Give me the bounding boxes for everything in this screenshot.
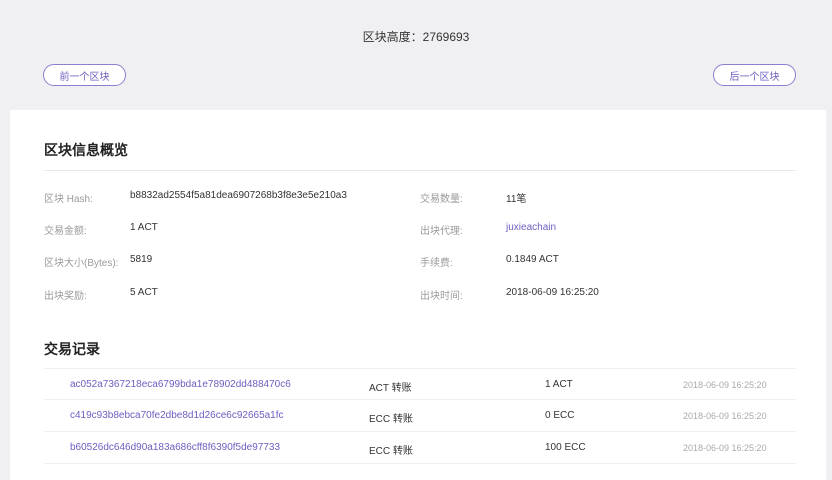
reward-value: 5 ACT (130, 287, 158, 298)
tx-time: 2018-06-09 16:25:20 (683, 443, 767, 453)
transactions-title: 交易记录 (44, 341, 100, 357)
reward-label: 出块奖励: (44, 291, 87, 302)
hash-value: b8832ad2554f5a81dea6907268b3f8e3e5e210a3 (130, 190, 347, 201)
time-value: 2018-06-09 16:25:20 (506, 287, 599, 298)
tx-amount: 0 ECC (545, 410, 575, 421)
transactions-table: ac052a7367218eca6799bda1e78902dd488470c6… (44, 368, 796, 464)
producer-label: 出块代理: (420, 226, 463, 237)
block-detail-card: 区块信息概览 区块 Hash: b8832ad2554f5a81dea69072… (10, 110, 826, 480)
next-block-button[interactable]: 后一个区块 (713, 64, 796, 86)
block-height-value: 2769693 (422, 30, 470, 44)
overview-divider (44, 170, 796, 171)
tx-count-label: 交易数量: (420, 194, 463, 205)
table-row: ac052a7367218eca6799bda1e78902dd488470c6… (44, 368, 796, 400)
amount-label: 交易金额: (44, 226, 87, 237)
tx-amount: 1 ACT (545, 379, 573, 390)
overview-title: 区块信息概览 (44, 142, 128, 158)
fee-value: 0.1849 ACT (506, 254, 559, 265)
prev-block-button[interactable]: 前一个区块 (43, 64, 126, 86)
time-label: 出块时间: (420, 291, 463, 302)
tx-type: ACT 转账 (369, 383, 412, 394)
tx-type: ECC 转账 (369, 446, 413, 457)
size-value: 5819 (130, 254, 153, 265)
tx-time: 2018-06-09 16:25:20 (683, 380, 767, 390)
block-height: 区块高度：2769693 (0, 28, 832, 45)
block-height-label: 区块高度： (362, 30, 423, 44)
tx-count-value: 11笔 (506, 194, 527, 205)
tx-hash-link[interactable]: c419c93b8ebca70fe2dbe8d1d26ce6c92665a1fc (70, 410, 284, 421)
table-row: b60526dc646d90a183a686cff8f6390f5de97733… (44, 432, 796, 464)
block-header: 区块高度：2769693 前一个区块 后一个区块 (0, 0, 832, 110)
table-row: c419c93b8ebca70fe2dbe8d1d26ce6c92665a1fc… (44, 400, 796, 432)
fee-label: 手续费: (420, 258, 453, 269)
size-label: 区块大小(Bytes): (44, 258, 119, 269)
producer-link[interactable]: juxieachain (506, 222, 556, 233)
tx-time: 2018-06-09 16:25:20 (683, 411, 767, 421)
tx-hash-link[interactable]: ac052a7367218eca6799bda1e78902dd488470c6 (70, 379, 291, 390)
tx-amount: 100 ECC (545, 442, 586, 453)
hash-label: 区块 Hash: (44, 194, 93, 205)
tx-hash-link[interactable]: b60526dc646d90a183a686cff8f6390f5de97733 (70, 442, 280, 453)
tx-type: ECC 转账 (369, 414, 413, 425)
amount-value: 1 ACT (130, 222, 158, 233)
